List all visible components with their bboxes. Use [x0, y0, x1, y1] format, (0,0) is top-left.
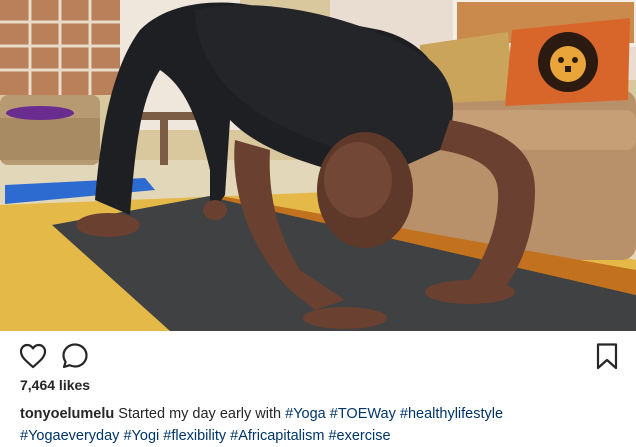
hashtag-link[interactable]: #Africapitalism — [230, 428, 324, 444]
hashtag-link[interactable]: #TOEWay — [330, 406, 396, 422]
yoga-photo-illustration — [0, 0, 636, 331]
post-photo[interactable] — [0, 0, 636, 331]
caption-text: Started my day early with — [118, 406, 282, 422]
post-actions-bar — [0, 331, 636, 375]
post-caption: tonyoelumelu Started my day early with #… — [20, 403, 620, 447]
likes-count[interactable]: 7,464 likes — [20, 377, 90, 393]
speech-bubble-icon[interactable] — [60, 341, 90, 371]
caption-username[interactable]: tonyoelumelu — [20, 406, 114, 422]
hashtag-link[interactable]: #Yogaeveryday — [20, 428, 119, 444]
hashtag-link[interactable]: #exercise — [328, 428, 390, 444]
hashtag-link[interactable]: #Yoga — [285, 406, 326, 422]
hashtag-link[interactable]: #healthylifestyle — [400, 406, 503, 422]
heart-outline-icon[interactable] — [18, 341, 48, 371]
bookmark-icon[interactable] — [592, 341, 622, 371]
hashtag-link[interactable]: #flexibility — [163, 428, 226, 444]
hashtag-link[interactable]: #Yogi — [123, 428, 159, 444]
instagram-post: 7,464 likes tonyoelumelu Started my day … — [0, 0, 636, 446]
